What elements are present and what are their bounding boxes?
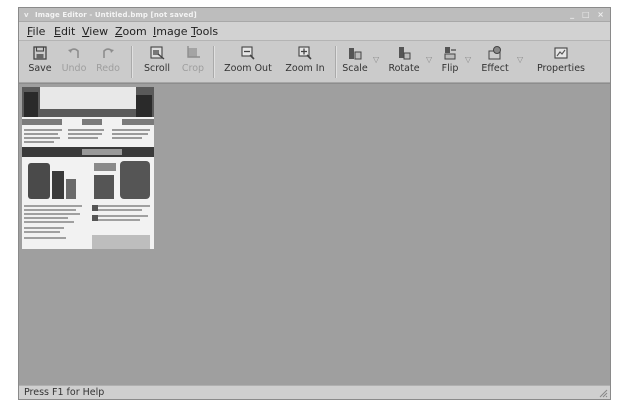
save-button[interactable]: Save xyxy=(23,43,57,81)
menu-view[interactable]: View xyxy=(82,25,108,38)
undo-icon xyxy=(68,48,79,58)
menu-zoom[interactable]: Zoom xyxy=(115,25,147,38)
scroll-label: Scroll xyxy=(143,63,171,74)
properties-icon xyxy=(554,47,568,59)
undo-button[interactable]: Undo xyxy=(57,43,91,81)
zoom-in-button[interactable]: Zoom In xyxy=(279,43,331,81)
status-text: Press F1 for Help xyxy=(24,387,105,398)
menu-bar: File Edit View Zoom Image Tools xyxy=(19,22,610,41)
window-title: Image Editor - Untitled.bmp [not saved] xyxy=(35,11,197,19)
redo-label: Redo xyxy=(96,63,120,74)
properties-button[interactable]: Properties xyxy=(533,43,589,81)
zoom-out-button[interactable]: Zoom Out xyxy=(219,43,277,81)
crop-button[interactable]: Crop xyxy=(177,43,209,81)
image-thumbnail[interactable] xyxy=(22,87,154,249)
crop-icon xyxy=(187,46,200,58)
menu-edit[interactable]: Edit xyxy=(54,25,75,38)
maximize-button[interactable]: □ xyxy=(582,10,590,19)
crop-label: Crop xyxy=(181,63,205,74)
toolbar: Save Undo Redo Scroll Crop Zoom Out Zoom… xyxy=(19,41,610,83)
scale-icon xyxy=(349,48,362,60)
properties-label: Properties xyxy=(536,63,585,74)
scroll-button[interactable]: Scroll xyxy=(139,43,175,81)
zoom-in-label: Zoom In xyxy=(285,63,325,74)
minimize-button[interactable]: _ xyxy=(570,10,574,19)
image-canvas[interactable] xyxy=(19,83,610,387)
scale-button[interactable]: Scale xyxy=(340,43,370,81)
title-bar[interactable]: v Image Editor - Untitled.bmp [not saved… xyxy=(19,8,610,22)
close-button[interactable]: × xyxy=(597,10,604,19)
menu-file[interactable]: File xyxy=(27,25,45,38)
window-menu-icon[interactable]: v xyxy=(24,8,29,22)
redo-button[interactable]: Redo xyxy=(91,43,125,81)
undo-label: Undo xyxy=(61,63,87,74)
zoom-in-icon xyxy=(298,46,312,60)
rotate-label: Rotate xyxy=(388,63,420,74)
resize-grip-icon[interactable] xyxy=(598,388,608,398)
toolbar-separator xyxy=(131,46,133,78)
effect-label: Effect xyxy=(481,63,509,74)
effect-button[interactable]: Effect xyxy=(476,43,514,81)
rotate-dropdown-arrow[interactable]: ▽ xyxy=(426,55,432,64)
redo-icon xyxy=(103,48,114,58)
scale-dropdown-arrow[interactable]: ▽ xyxy=(373,55,379,64)
scanned-document-image xyxy=(22,87,154,249)
effect-icon xyxy=(488,46,501,60)
rotate-icon xyxy=(399,47,411,60)
toolbar-separator xyxy=(213,46,215,78)
toolbar-separator xyxy=(335,46,337,78)
effect-dropdown-arrow[interactable]: ▽ xyxy=(517,55,523,64)
flip-icon xyxy=(444,47,456,60)
menu-tools[interactable]: Tools xyxy=(191,25,218,38)
rotate-button[interactable]: Rotate xyxy=(384,43,424,81)
flip-dropdown-arrow[interactable]: ▽ xyxy=(465,55,471,64)
scale-label: Scale xyxy=(342,63,368,74)
zoom-out-icon xyxy=(241,46,255,60)
flip-label: Flip xyxy=(441,63,459,74)
flip-button[interactable]: Flip xyxy=(437,43,463,81)
floppy-icon xyxy=(33,46,47,60)
scroll-icon xyxy=(150,46,165,60)
save-label: Save xyxy=(28,63,52,74)
status-bar: Press F1 for Help xyxy=(19,385,610,399)
image-editor-window: v Image Editor - Untitled.bmp [not saved… xyxy=(18,7,611,400)
zoom-out-label: Zoom Out xyxy=(224,63,272,74)
menu-image[interactable]: Image xyxy=(153,25,187,38)
